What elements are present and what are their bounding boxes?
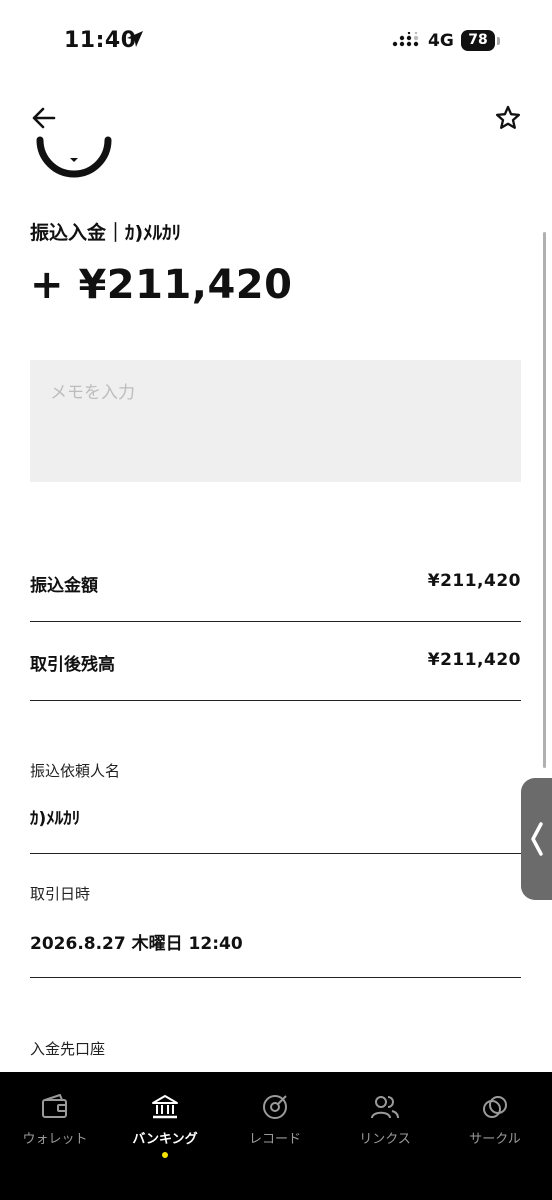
summary-label: 振込金額 (30, 576, 98, 596)
detail-label: 振込依頼人名 (30, 762, 121, 780)
battery-icon: 78 (461, 30, 495, 51)
active-tab-indicator (162, 1152, 168, 1158)
signal-icon (392, 32, 419, 47)
summary-row-transfer-amount: 振込金額 ¥211,420 (30, 542, 521, 622)
tab-wallet[interactable]: ウォレット (0, 1072, 110, 1200)
summary-value: ¥211,420 (427, 571, 521, 591)
tab-circle[interactable]: サークル (440, 1072, 550, 1200)
detail-value: ｶ)ﾒﾙｶﾘ (30, 809, 81, 829)
summary-row-balance-after: 取引後残高 ¥211,420 (30, 621, 521, 701)
detail-item-deposit-account: 入金先口座 (30, 1028, 521, 1068)
detail-value: 2026.8.27 木曜日 12:40 (30, 934, 243, 954)
tab-label: リンクス (359, 1132, 411, 1147)
side-drawer-handle[interactable] (521, 778, 552, 900)
tab-banking[interactable]: バンキング (110, 1072, 220, 1200)
summary-label: 取引後残高 (30, 655, 115, 675)
status-bar: 11:40 4G 78 (0, 0, 552, 80)
detail-label: 取引日時 (30, 885, 91, 903)
merchant-logo (36, 118, 112, 184)
record-icon (263, 1095, 287, 1119)
summary-value: ¥211,420 (427, 650, 521, 670)
wallet-icon (42, 1094, 67, 1118)
bottom-tab-bar: ウォレット バンキング レコード リンクス サークル (0, 1072, 552, 1200)
star-icon (495, 105, 521, 129)
tab-links[interactable]: リンクス (330, 1072, 440, 1200)
transaction-title: 振込入金｜ｶ)ﾒﾙｶﾘ (30, 222, 182, 244)
network-label: 4G (428, 31, 454, 51)
tab-label: ウォレット (22, 1132, 88, 1147)
chevron-left-icon (530, 822, 543, 856)
memo-input[interactable] (30, 360, 521, 482)
favorite-button[interactable] (490, 100, 526, 136)
detail-label: 入金先口座 (30, 1040, 106, 1058)
transaction-amount: + ¥211,420 (30, 262, 293, 308)
tab-label: バンキング (132, 1132, 198, 1147)
battery-tip (497, 37, 500, 45)
people-icon (371, 1096, 399, 1119)
detail-item-datetime: 取引日時 2026.8.27 木曜日 12:40 (30, 873, 521, 978)
scrollbar[interactable] (543, 232, 546, 768)
tab-record[interactable]: レコード (220, 1072, 330, 1200)
bank-icon (152, 1095, 178, 1119)
circle-link-icon (483, 1096, 507, 1118)
tab-label: レコード (248, 1132, 301, 1147)
detail-item-remitter: 振込依頼人名 ｶ)ﾒﾙｶﾘ (30, 750, 521, 854)
tab-label: サークル (469, 1132, 521, 1147)
location-arrow-icon (127, 31, 143, 47)
